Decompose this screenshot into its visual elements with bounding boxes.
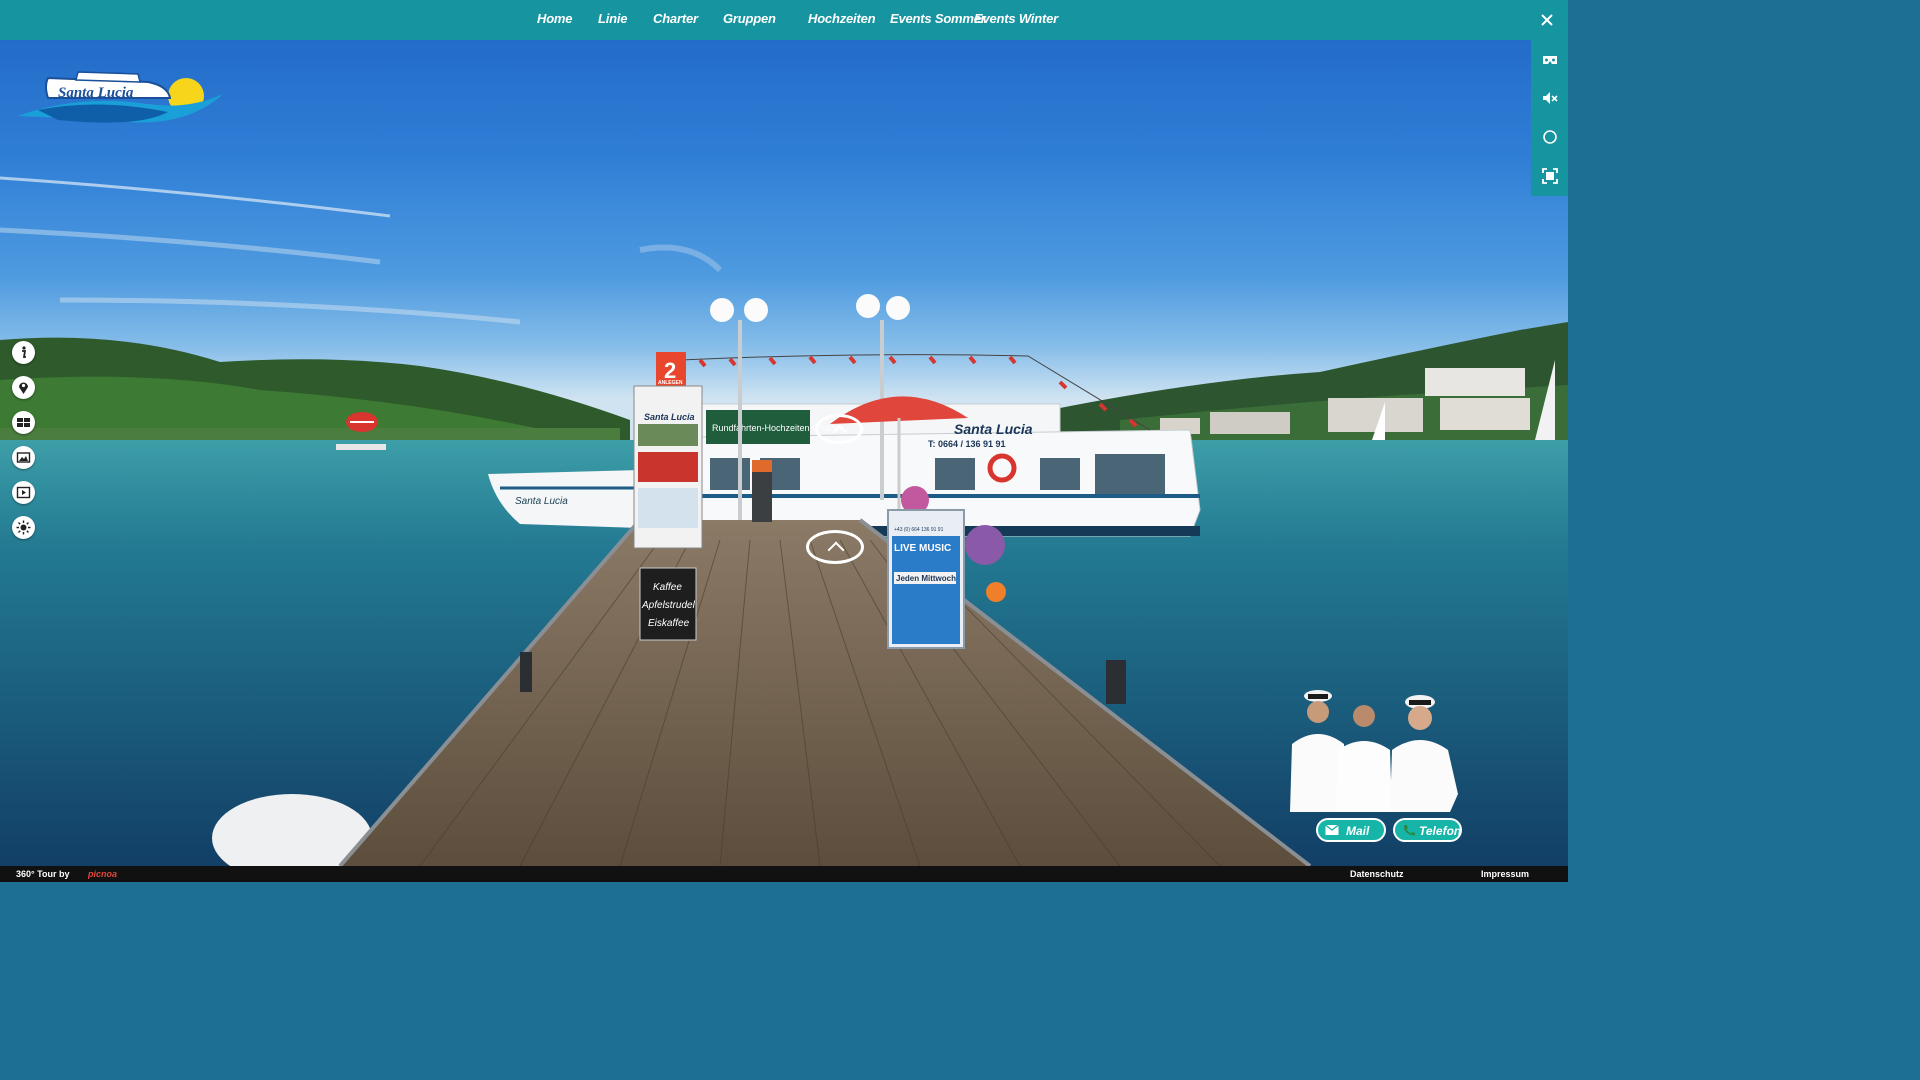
footer-bar: 360° Tour by picnoa Datenschutz Impressu… [0, 866, 1568, 882]
pier-label: ANLEGEN [658, 380, 683, 386]
privacy-link[interactable]: Datenschutz [1350, 869, 1404, 879]
nav-events-sommer[interactable]: Events Sommer [890, 11, 986, 26]
imprint-link[interactable]: Impressum [1481, 869, 1529, 879]
vr-mode-button[interactable] [1540, 50, 1560, 70]
close-button[interactable] [1538, 11, 1556, 29]
photos-button[interactable] [12, 446, 35, 469]
close-icon [1541, 14, 1553, 26]
nav-charter[interactable]: Charter [653, 11, 698, 26]
gallery-grid-button[interactable] [12, 411, 35, 434]
map-button[interactable] [12, 376, 35, 399]
mail-button[interactable]: Mail [1316, 818, 1386, 842]
chevron-up-icon [832, 424, 848, 440]
poster-title: LIVE MUSIC [894, 543, 951, 554]
nav-gruppen[interactable]: Gruppen [723, 11, 776, 26]
hotspot-forward[interactable] [806, 530, 864, 564]
sun-icon [16, 520, 31, 535]
fullscreen-icon [1542, 168, 1558, 184]
poster-day: Jeden Mittwoch [896, 574, 956, 583]
speaker-muted-icon [1543, 92, 1558, 104]
location-pin-icon [19, 382, 28, 394]
mail-label: Mail [1346, 824, 1370, 838]
crew-photo [1266, 684, 1496, 812]
chalkboard-line-1: Kaffee [653, 582, 682, 593]
tour-credit: 360° Tour by [16, 869, 70, 879]
nav-events-winter[interactable]: Events Winter [974, 11, 1058, 26]
chalkboard-line-3: Eiskaffee [648, 618, 690, 629]
image-icon [16, 452, 31, 463]
small-boat-name: Santa Lucia [515, 496, 568, 507]
poster-phone: +43 (0) 664 136 91 91 [894, 527, 944, 533]
santa-lucia-logo[interactable]: Santa Lucia [18, 64, 228, 136]
logo-graphic: Santa Lucia [18, 71, 223, 123]
boat-phone: T: 0664 / 136 91 91 [928, 439, 1006, 449]
chevron-up-icon [827, 541, 845, 559]
chalkboard-line-2: Apfelstrudel [641, 600, 696, 611]
nav-home[interactable]: Home [537, 11, 573, 26]
info-icon [22, 346, 27, 358]
phone-icon [1404, 825, 1415, 836]
phone-label: Telefon [1419, 824, 1462, 838]
mail-icon [1325, 824, 1339, 835]
logo-text: Santa Lucia [58, 85, 134, 101]
picnoa-logo[interactable]: picnoa [88, 869, 117, 879]
settings-button[interactable] [12, 516, 35, 539]
boat-name: Santa Lucia [954, 421, 1033, 437]
pier-sign-title: Santa Lucia [644, 412, 695, 422]
circle-icon [1543, 130, 1557, 144]
info-button[interactable] [12, 341, 35, 364]
grid-icon [17, 418, 30, 427]
nav-hochzeiten[interactable]: Hochzeiten [808, 11, 876, 26]
video-button[interactable] [12, 481, 35, 504]
play-icon [16, 486, 31, 499]
fullscreen-button[interactable] [1540, 166, 1560, 186]
hotspot-forward-top[interactable] [815, 414, 863, 444]
mute-button[interactable] [1540, 88, 1560, 108]
main-navigation: Home Linie Charter Gruppen Hochzeiten Ev… [0, 0, 1568, 40]
autorotate-button[interactable] [1540, 127, 1560, 147]
phone-button[interactable]: Telefon [1393, 818, 1462, 842]
vr-headset-icon [1543, 56, 1557, 64]
viewer-toolbar [1531, 40, 1568, 196]
crew-illustration [1290, 690, 1458, 812]
nav-linie[interactable]: Linie [598, 11, 628, 26]
